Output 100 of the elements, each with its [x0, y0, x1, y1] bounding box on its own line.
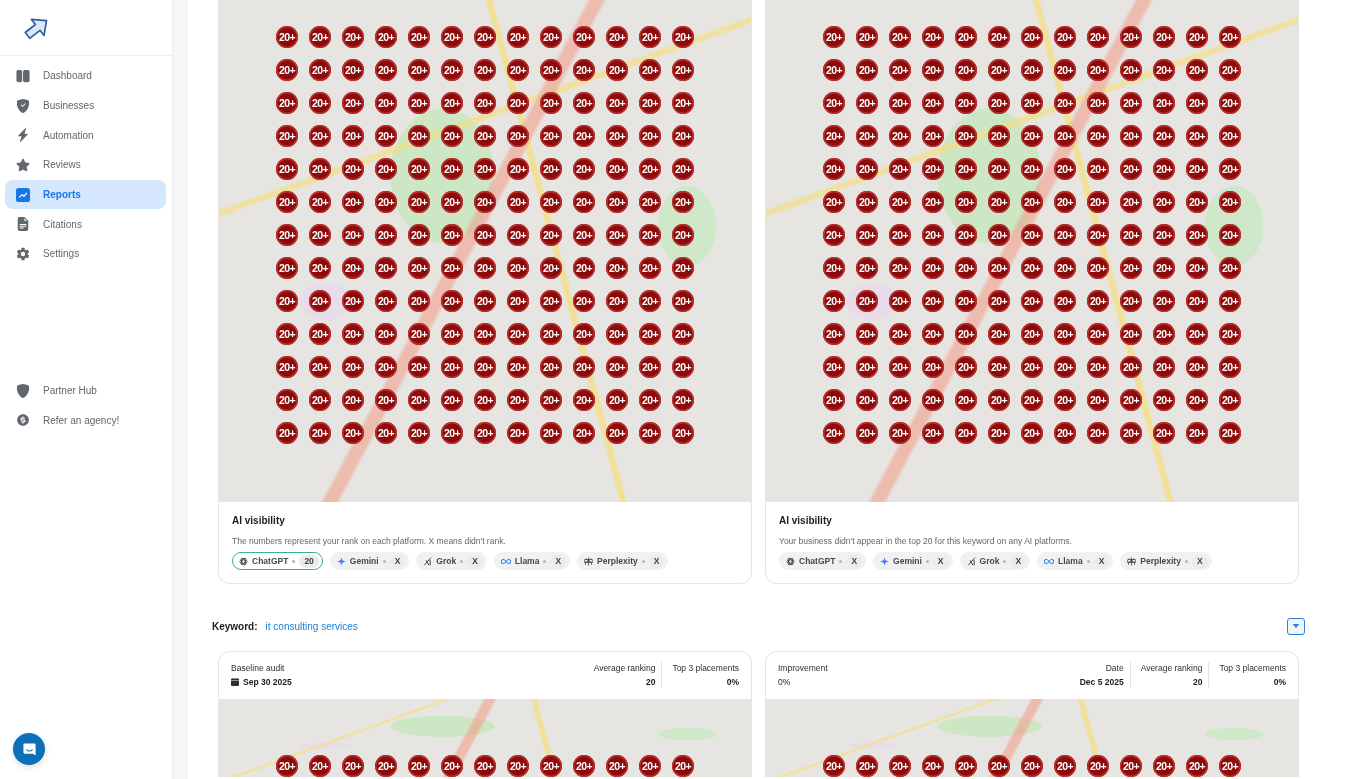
rank-marker: 20+	[342, 92, 364, 114]
rank-marker: 20+	[1186, 191, 1208, 213]
rank-marker: 20+	[342, 323, 364, 345]
rank-marker: 20+	[1120, 224, 1142, 246]
rank-marker: 20+	[1186, 389, 1208, 411]
rank-marker: 20+	[276, 323, 298, 345]
sidebar-item[interactable]: Refer an agency!	[5, 405, 166, 436]
rank-marker: 20+	[342, 125, 364, 147]
rank-marker: 20+	[441, 290, 463, 312]
rank-marker: 20+	[375, 389, 397, 411]
sidebar-item[interactable]: Partner Hub	[5, 375, 166, 406]
rank-marker: 20+	[1021, 191, 1043, 213]
platform-name: Grok	[979, 556, 1000, 566]
rank-marker: 20+	[1054, 755, 1076, 777]
rank-marker: 20+	[408, 323, 430, 345]
rank-marker: 20+	[408, 422, 430, 444]
rank-marker: 20+	[1087, 422, 1109, 444]
stat-value: 20	[1192, 676, 1203, 688]
rank-marker: 20+	[408, 191, 430, 213]
slash-icon	[423, 556, 433, 566]
rank-marker: 20+	[889, 290, 911, 312]
rank-marker: 20+	[1120, 356, 1142, 378]
sidebar-item[interactable]: Settings	[5, 239, 166, 269]
rank-marker: 20+	[955, 257, 977, 279]
rank-marker: 20+	[540, 422, 562, 444]
rank-marker: 20+	[955, 26, 977, 48]
rank-marker: 20+	[1087, 92, 1109, 114]
rank-marker: 20+	[1021, 59, 1043, 81]
rank-marker: 20+	[540, 389, 562, 411]
rank-marker: 20+	[672, 92, 694, 114]
dot-icon	[925, 559, 929, 563]
rank-marker: 20+	[889, 158, 911, 180]
sidebar-item[interactable]: Automation	[5, 120, 166, 151]
rank-marker: 20+	[1021, 257, 1043, 279]
rank-marker: 20+	[955, 422, 977, 444]
rank-marker: 20+	[606, 323, 628, 345]
rank-marker: 20+	[1054, 224, 1076, 246]
rank-marker: 20+	[1186, 323, 1208, 345]
rank-badge: X	[1191, 554, 1208, 568]
rank-marker: 20+	[1120, 422, 1142, 444]
rank-marker: 20+	[408, 125, 430, 147]
rank-marker: 20+	[606, 290, 628, 312]
keyword-link[interactable]: it consulting services	[265, 620, 358, 632]
stat-label: Improvement	[778, 662, 828, 674]
rank-marker: 20+	[922, 356, 944, 378]
rank-marker: 20+	[1153, 191, 1175, 213]
sidebar-item[interactable]: Dashboard	[5, 61, 166, 91]
rank-marker: 20+	[606, 158, 628, 180]
rank-marker: 20+	[1087, 257, 1109, 279]
rank-marker: 20+	[540, 125, 562, 147]
rank-marker: 20+	[1219, 92, 1241, 114]
rank-marker: 20+	[573, 125, 595, 147]
rank-marker: 20+	[375, 125, 397, 147]
calendar-icon	[231, 678, 239, 686]
rank-marker: 20+	[276, 191, 298, 213]
rank-marker: 20+	[573, 323, 595, 345]
rank-marker: 20+	[573, 257, 595, 279]
rank-marker: 20+	[375, 191, 397, 213]
rank-marker: 20+	[889, 191, 911, 213]
rank-marker: 20+	[988, 356, 1010, 378]
stat-value: 0%	[726, 676, 739, 688]
rank-marker: 20+	[276, 125, 298, 147]
rank-marker: 20+	[955, 356, 977, 378]
rank-marker: 20+	[1021, 389, 1043, 411]
rank-marker: 20+	[672, 257, 694, 279]
rank-marker: 20+	[507, 290, 529, 312]
sidebar-item[interactable]: Reports	[5, 179, 166, 210]
rank-marker: 20+	[955, 224, 977, 246]
rank-marker: 20+	[1120, 92, 1142, 114]
rank-marker: 20+	[573, 755, 595, 777]
dropdown-button[interactable]	[1287, 617, 1305, 635]
rank-marker: 20+	[823, 26, 845, 48]
rank-marker: 20+	[922, 755, 944, 777]
section-title: AI visibility	[232, 514, 286, 528]
rank-marker: 20+	[1120, 26, 1142, 48]
rank-marker: 20+	[474, 290, 496, 312]
sidebar-item[interactable]: Citations	[5, 209, 166, 240]
rank-marker: 20+	[276, 224, 298, 246]
rank-marker: 20+	[441, 422, 463, 444]
rank-marker: 20+	[988, 158, 1010, 180]
rank-marker: 20+	[1120, 191, 1142, 213]
rank-marker: 20+	[955, 323, 977, 345]
rank-marker: 20+	[375, 59, 397, 81]
rank-marker: 20+	[1120, 257, 1142, 279]
sidebar-item[interactable]: Businesses	[5, 90, 166, 121]
rank-marker: 20+	[1186, 92, 1208, 114]
rank-marker: 20+	[672, 290, 694, 312]
rank-marker: 20+	[507, 26, 529, 48]
rank-marker: 20+	[1054, 422, 1076, 444]
rank-marker: 20+	[309, 290, 331, 312]
rank-marker: 20+	[988, 92, 1010, 114]
rank-marker: 20+	[1153, 92, 1175, 114]
rank-marker: 20+	[1054, 389, 1076, 411]
rank-marker: 20+	[1219, 290, 1241, 312]
rank-badge: X	[1093, 554, 1110, 568]
sidebar-item[interactable]: Reviews	[5, 150, 166, 180]
rank-badge: X	[846, 554, 863, 568]
rank-marker: 20+	[856, 389, 878, 411]
rank-marker: 20+	[1153, 422, 1175, 444]
rank-marker: 20+	[823, 125, 845, 147]
